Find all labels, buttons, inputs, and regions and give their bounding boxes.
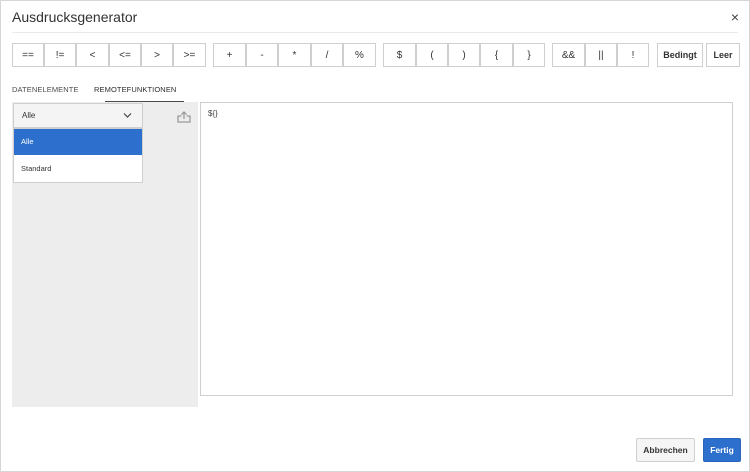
tab-remote-functions[interactable]: REMOTEFUNKTIONEN	[94, 85, 176, 94]
op-modulo-button[interactable]: %	[343, 43, 376, 67]
op-close-paren-button[interactable]: )	[448, 43, 480, 67]
close-icon[interactable]: ×	[731, 10, 739, 24]
filter-dropdown-list: Alle Standard	[13, 128, 143, 183]
op-divide-button[interactable]: /	[311, 43, 343, 67]
tab-data-elements[interactable]: DATENELEMENTE	[12, 85, 79, 94]
done-button[interactable]: Fertig	[703, 438, 741, 462]
op-not-button[interactable]: !	[617, 43, 649, 67]
op-or-button[interactable]: ||	[585, 43, 617, 67]
filter-select-value: Alle	[22, 111, 36, 120]
op-plus-button[interactable]: +	[213, 43, 246, 67]
op-multiply-button[interactable]: *	[278, 43, 311, 67]
empty-button[interactable]: Leer	[706, 43, 740, 67]
op-close-brace-button[interactable]: }	[513, 43, 545, 67]
op-less-equal-button[interactable]: <=	[109, 43, 141, 67]
filter-select[interactable]: Alle	[13, 103, 143, 128]
conditional-button[interactable]: Bedingt	[657, 43, 703, 67]
expression-builder-dialog: Ausdrucksgenerator × == != < <= > >= + -…	[0, 0, 750, 472]
op-greater-equal-button[interactable]: >=	[173, 43, 206, 67]
op-dollar-button[interactable]: $	[383, 43, 416, 67]
op-not-equals-button[interactable]: !=	[44, 43, 76, 67]
op-and-button[interactable]: &&	[552, 43, 585, 67]
op-open-brace-button[interactable]: {	[480, 43, 513, 67]
op-open-paren-button[interactable]: (	[416, 43, 448, 67]
function-list-panel: Alle Alle Standard	[12, 102, 198, 407]
filter-option-standard[interactable]: Standard	[14, 156, 142, 182]
filter-option-all[interactable]: Alle	[14, 129, 142, 155]
expression-editor[interactable]: ${}	[200, 102, 733, 396]
title-divider	[12, 32, 738, 33]
op-minus-button[interactable]: -	[246, 43, 278, 67]
op-less-than-button[interactable]: <	[76, 43, 109, 67]
op-greater-than-button[interactable]: >	[141, 43, 173, 67]
dialog-title: Ausdrucksgenerator	[12, 9, 138, 25]
cancel-button[interactable]: Abbrechen	[636, 438, 695, 462]
export-icon[interactable]	[177, 110, 191, 123]
op-equals-button[interactable]: ==	[12, 43, 44, 67]
